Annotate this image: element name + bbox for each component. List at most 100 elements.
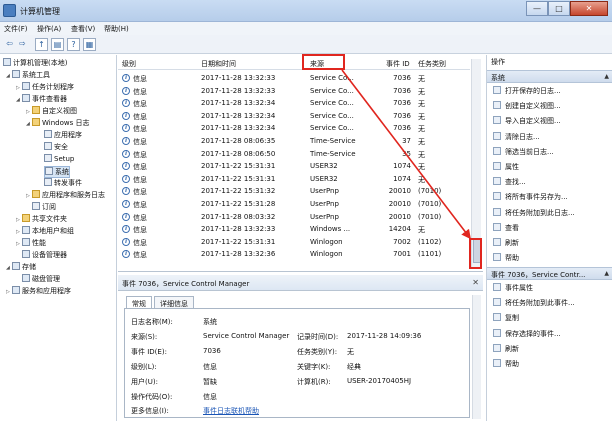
level-label: 级别(L): — [131, 363, 157, 371]
event-id-cell: 20010 — [388, 200, 411, 208]
level-cell: 信息 — [133, 100, 147, 109]
datetime-cell: 2017-11-28 08:03:32 — [201, 212, 276, 221]
action-item[interactable]: 导入自定义视图... — [493, 116, 561, 126]
tree-node-selected[interactable]: 系统 — [44, 166, 70, 178]
column-task-category[interactable]: 任务类别 — [418, 59, 446, 69]
event-id-cell: 20010 — [388, 212, 411, 221]
table-row[interactable]: i 信息 2017-11-28 13:32:36 Winlogon 7001 (1101) — [118, 248, 470, 261]
source-cell: Service Co... — [310, 99, 354, 108]
forward-icon[interactable]: ⇨ — [16, 38, 29, 51]
tree-node[interactable]: ▷ 应用程序和服务日志 — [26, 190, 105, 200]
table-row[interactable]: i 信息 2017-11-22 15:31:31 Winlogon 7002 (1102) — [118, 236, 470, 249]
event-detail-header: 事件 7036，Service Control Manager ✕ — [118, 275, 483, 291]
performance-icon — [22, 238, 30, 246]
tab-details[interactable]: 详细信息 — [154, 296, 194, 308]
column-event-id[interactable]: 事件 ID — [386, 59, 410, 69]
tree-node[interactable]: ▷ 本地用户和组 — [16, 226, 74, 236]
action-item[interactable]: 查找... — [493, 177, 526, 187]
table-row[interactable]: i 信息 2017-11-28 13:32:33 Service Co... 7036 无 — [118, 72, 470, 85]
source-cell: Service Co... — [310, 124, 354, 133]
datetime-cell: 2017-11-28 08:06:50 — [201, 149, 276, 158]
action-item[interactable]: 属性 — [493, 162, 519, 172]
action-item[interactable]: 创建自定义视图... — [493, 101, 561, 111]
tree-node[interactable]: 应用程序 — [44, 130, 82, 140]
action-item[interactable]: 事件属性 — [493, 283, 533, 293]
tree-node[interactable]: ◢ 存储 — [6, 262, 36, 272]
minimize-button[interactable]: — — [526, 1, 548, 16]
users-icon — [22, 226, 30, 234]
tab-general[interactable]: 常规 — [126, 296, 152, 308]
tree-node[interactable]: ▷ 自定义视图 — [26, 106, 77, 116]
action-item[interactable]: 将所有事件另存为... — [493, 192, 568, 202]
action-item[interactable]: 清除日志... — [493, 131, 540, 142]
tree-node[interactable]: 计算机管理(本地) — [3, 58, 67, 68]
event-list-scrollbar[interactable] — [471, 59, 481, 267]
action-item[interactable]: 查看 — [493, 222, 519, 233]
table-row[interactable]: i 信息 2017-11-28 13:32:34 Service Co... 7036 无 — [118, 97, 470, 110]
table-row[interactable]: i 信息 2017-11-28 13:32:33 Service Co... 7036 无 — [118, 85, 470, 98]
action-item[interactable]: 刷新 — [493, 238, 519, 248]
table-row[interactable]: i 信息 2017-11-22 15:31:31 USER32 1074 无 — [118, 173, 470, 186]
column-level[interactable]: 级别 — [122, 59, 136, 69]
actions-section-event[interactable]: 事件 7036，Service Contr... ▲ — [487, 267, 612, 280]
action-icon — [493, 283, 501, 291]
table-row[interactable]: i 信息 2017-11-22 15:31:28 UserPnp 20010 (7010) — [118, 198, 470, 211]
table-row[interactable]: i 信息 2017-11-28 13:32:34 Service Co... 7036 无 — [118, 110, 470, 123]
action-item[interactable]: 将任务附加到此日志... — [493, 207, 575, 218]
menu-view[interactable]: 查看(V) — [71, 24, 95, 34]
action-item[interactable]: 复制 — [493, 313, 519, 323]
action-item[interactable]: 刷新 — [493, 343, 519, 354]
table-row[interactable]: i 信息 2017-11-22 15:31:32 UserPnp 20010 (7010) — [118, 185, 470, 198]
action-item[interactable]: 帮助 — [493, 359, 519, 369]
action-item[interactable]: 保存选择的事件... — [493, 328, 561, 339]
tree-node[interactable]: ◢ Windows 日志 — [26, 118, 89, 128]
tree-node[interactable]: 安全 — [44, 142, 68, 152]
log-icon — [44, 142, 52, 150]
tree-node[interactable]: ▷ 性能 — [16, 238, 46, 248]
table-row[interactable]: i 信息 2017-11-22 15:31:31 USER32 1074 无 — [118, 160, 470, 173]
column-datetime[interactable]: 日期和时间 — [201, 59, 236, 69]
datetime-cell: 2017-11-28 13:32:34 — [201, 124, 276, 133]
detail-scrollbar[interactable] — [472, 295, 481, 419]
properties-icon[interactable]: ▦ — [83, 38, 96, 51]
maximize-button[interactable]: □ — [548, 1, 570, 16]
action-label: 打开保存的日志... — [505, 87, 561, 95]
tree-node[interactable]: 磁盘管理 — [22, 274, 60, 284]
tree-node[interactable]: 订阅 — [32, 202, 56, 212]
back-icon[interactable]: ⇦ — [3, 38, 16, 51]
event-id-cell: 1074 — [393, 174, 411, 183]
table-row[interactable]: i 信息 2017-11-28 08:06:50 Time-Service 35 无 — [118, 148, 470, 161]
level-cell: 信息 — [133, 125, 147, 134]
action-item[interactable]: 帮助 — [493, 253, 519, 263]
tree-node[interactable]: 转发事件 — [44, 178, 82, 188]
up-folder-icon[interactable]: ↑ — [35, 38, 48, 51]
action-item[interactable]: 筛选当前日志... — [493, 146, 554, 157]
menu-help[interactable]: 帮助(H) — [104, 24, 129, 34]
tree-node[interactable]: Setup — [44, 154, 74, 163]
tree-node[interactable]: 设备管理器 — [22, 250, 67, 260]
tree-node[interactable]: ▷ 任务计划程序 — [16, 82, 74, 92]
tree-node[interactable]: ▷ 共享文件夹 — [16, 214, 67, 224]
action-item[interactable]: 将任务附加到此事件... — [493, 298, 575, 308]
window-title: 计算机管理 — [20, 7, 60, 16]
table-row[interactable]: i 信息 2017-11-28 08:03:32 UserPnp 20010 (7010) — [118, 211, 470, 224]
source-cell: Time-Service — [310, 149, 356, 158]
actions-section-system[interactable]: 系统 ▲ — [487, 70, 612, 83]
table-row[interactable]: i 信息 2017-11-28 08:06:35 Time-Service 37 无 — [118, 135, 470, 148]
help-icon[interactable]: ? — [67, 38, 80, 51]
online-help-link[interactable]: 事件日志联机帮助 — [203, 406, 259, 416]
level-cell: 信息 — [133, 238, 147, 247]
menu-file[interactable]: 文件(F) — [4, 24, 28, 34]
table-row[interactable]: i 信息 2017-11-28 13:32:33 Windows ... 14204 无 — [118, 223, 470, 236]
table-row[interactable]: i 信息 2017-11-28 13:32:34 Service Co... 7036 无 — [118, 122, 470, 135]
tree-node[interactable]: ◢ 系统工具 — [6, 70, 50, 80]
close-button[interactable]: ✕ — [570, 1, 608, 16]
menu-action[interactable]: 操作(A) — [37, 24, 61, 34]
close-icon[interactable]: ✕ — [472, 278, 479, 287]
info-icon: i — [122, 137, 130, 145]
action-label: 将任务附加到此日志... — [505, 208, 575, 217]
tree-node[interactable]: ▷ 服务和应用程序 — [6, 286, 71, 296]
show-tree-icon[interactable]: ▤ — [51, 38, 64, 51]
action-item[interactable]: 打开保存的日志... — [493, 86, 561, 96]
tree-node[interactable]: ◢ 事件查看器 — [16, 94, 67, 104]
